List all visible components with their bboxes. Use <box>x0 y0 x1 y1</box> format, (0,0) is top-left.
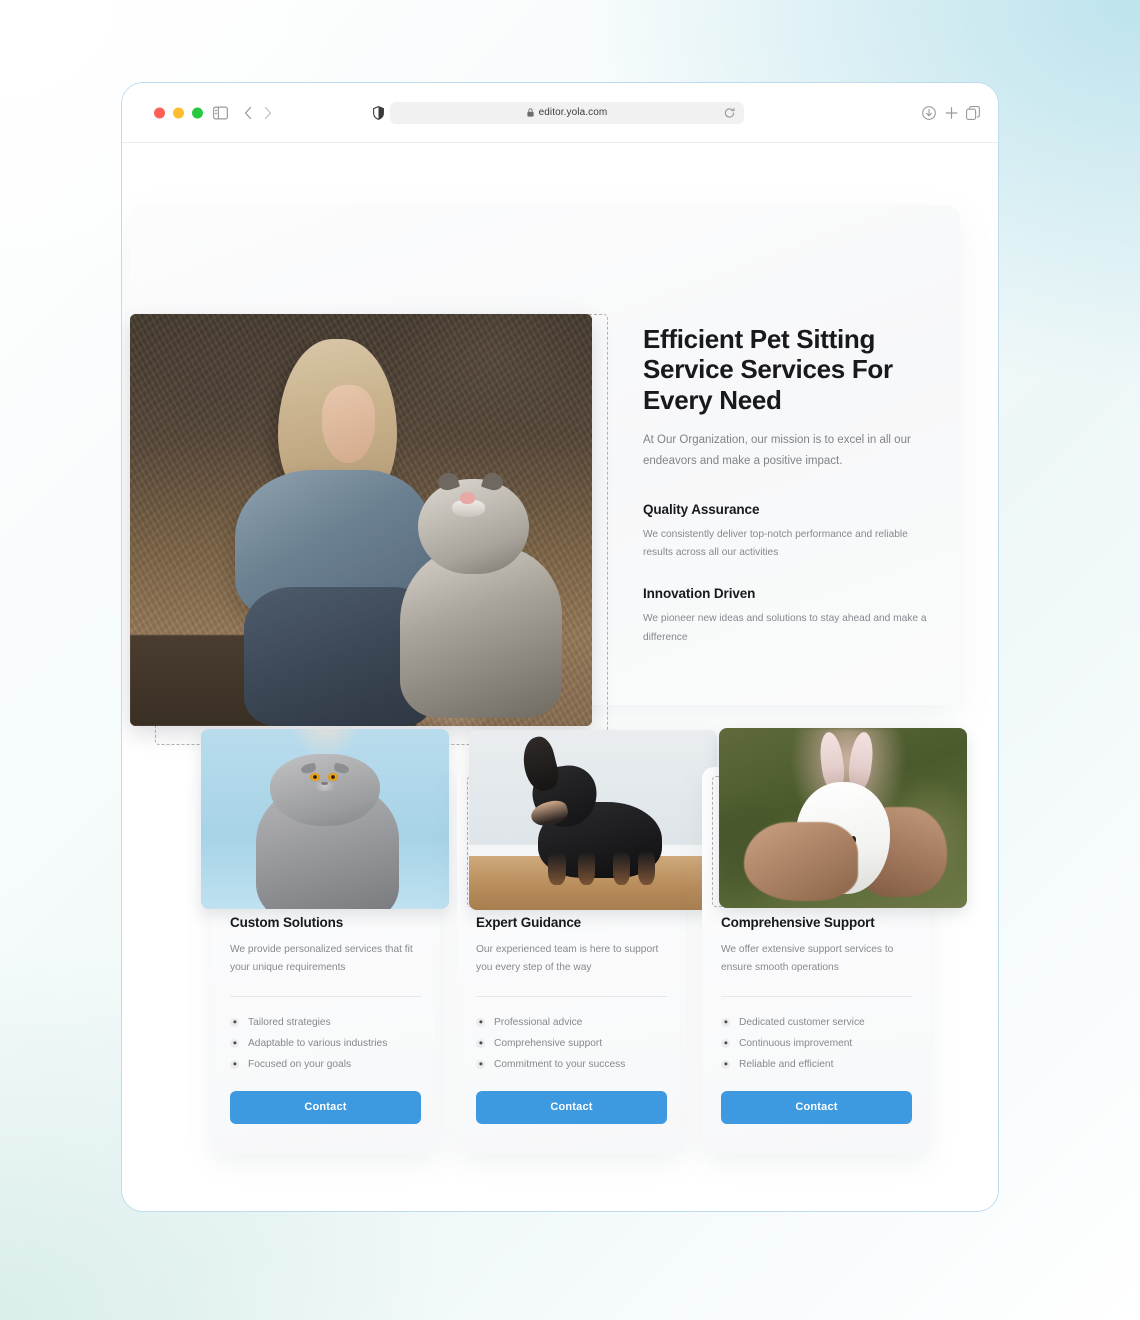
list-item: Tailored strategies <box>230 1012 421 1033</box>
list-item-label: Dedicated customer service <box>739 1016 865 1028</box>
service-cards-section: Custom Solutions We provide personalized… <box>122 143 998 1211</box>
list-item-label: Reliable and efficient <box>739 1058 834 1070</box>
list-item-label: Tailored strategies <box>248 1016 331 1028</box>
url-text: editor.yola.com <box>538 107 608 118</box>
card-body: Comprehensive Support We offer extensive… <box>702 915 931 1124</box>
window-traffic-lights[interactable] <box>154 107 203 118</box>
minimize-window-button[interactable] <box>173 107 184 118</box>
list-item: Continuous improvement <box>721 1033 912 1054</box>
card-image-rabbit[interactable] <box>719 728 967 908</box>
list-item-label: Focused on your goals <box>248 1058 352 1070</box>
bullet-icon <box>230 1017 239 1027</box>
browser-toolbar: editor.yola.com <box>122 83 998 143</box>
list-item-label: Comprehensive support <box>494 1037 603 1049</box>
tab-overview-icon[interactable] <box>966 105 980 120</box>
list-item: Comprehensive support <box>476 1033 667 1054</box>
list-item-label: Professional advice <box>494 1016 583 1028</box>
card-feature-list: Professional advice Comprehensive suppor… <box>476 1012 667 1075</box>
list-item: Reliable and efficient <box>721 1054 912 1075</box>
address-bar[interactable]: editor.yola.com <box>390 101 744 124</box>
website-preview-canvas: Efficient Pet Sitting Service Services F… <box>122 143 998 1211</box>
bullet-icon <box>230 1059 239 1069</box>
card-image-cat[interactable] <box>201 729 449 909</box>
list-item: Focused on your goals <box>230 1054 421 1075</box>
list-item: Commitment to your success <box>476 1054 667 1075</box>
privacy-shield-icon[interactable] <box>373 105 384 120</box>
contact-button[interactable]: Contact <box>476 1090 667 1124</box>
contact-button[interactable]: Contact <box>721 1090 912 1124</box>
card-description: We offer extensive support services to e… <box>721 944 894 974</box>
sidebar-toggle-icon[interactable] <box>213 106 228 119</box>
card-title: Comprehensive Support <box>721 915 875 930</box>
card-image-dog[interactable] <box>469 730 717 910</box>
divider <box>230 995 421 997</box>
card-image-placeholder[interactable] <box>467 730 717 910</box>
card-body: Custom Solutions We provide personalized… <box>211 915 440 1124</box>
bullet-icon <box>721 1017 730 1027</box>
card-description: Our experienced team is here to support … <box>476 944 659 974</box>
service-card: Custom Solutions We provide personalized… <box>201 729 449 1153</box>
service-card: Comprehensive Support We offer extensive… <box>702 728 967 1153</box>
service-card: Expert Guidance Our experienced team is … <box>457 730 717 1153</box>
card-image-placeholder[interactable] <box>712 728 967 908</box>
card-image-placeholder[interactable] <box>201 729 449 909</box>
bullet-icon <box>476 1059 485 1069</box>
bullet-icon <box>721 1059 730 1069</box>
bullet-icon <box>721 1038 730 1048</box>
bullet-icon <box>476 1038 485 1048</box>
bullet-icon <box>230 1038 239 1048</box>
card-description: We provide personalized services that fi… <box>230 944 413 974</box>
back-chevron-icon[interactable] <box>244 106 252 119</box>
contact-button[interactable]: Contact <box>230 1090 421 1124</box>
card-feature-list: Tailored strategies Adaptable to various… <box>230 1012 421 1075</box>
forward-chevron-icon[interactable] <box>264 106 272 119</box>
lock-icon <box>527 108 534 117</box>
close-window-button[interactable] <box>154 107 165 118</box>
download-icon[interactable] <box>922 105 936 120</box>
maximize-window-button[interactable] <box>192 107 203 118</box>
list-item-label: Continuous improvement <box>739 1037 853 1049</box>
divider <box>476 995 667 997</box>
browser-window: editor.yola.com Efficient Pet Sitting Se… <box>121 82 999 1212</box>
list-item: Dedicated customer service <box>721 1012 912 1033</box>
plus-icon[interactable] <box>945 106 958 119</box>
card-body: Expert Guidance Our experienced team is … <box>457 915 686 1124</box>
bullet-icon <box>476 1017 485 1027</box>
list-item: Adaptable to various industries <box>230 1033 421 1054</box>
divider <box>721 995 912 997</box>
card-title: Expert Guidance <box>476 915 582 930</box>
list-item: Professional advice <box>476 1012 667 1033</box>
list-item-label: Adaptable to various industries <box>248 1037 388 1049</box>
card-feature-list: Dedicated customer service Continuous im… <box>721 1012 912 1075</box>
list-item-label: Commitment to your success <box>494 1058 626 1070</box>
reload-icon[interactable] <box>724 107 735 118</box>
card-title: Custom Solutions <box>230 915 344 930</box>
